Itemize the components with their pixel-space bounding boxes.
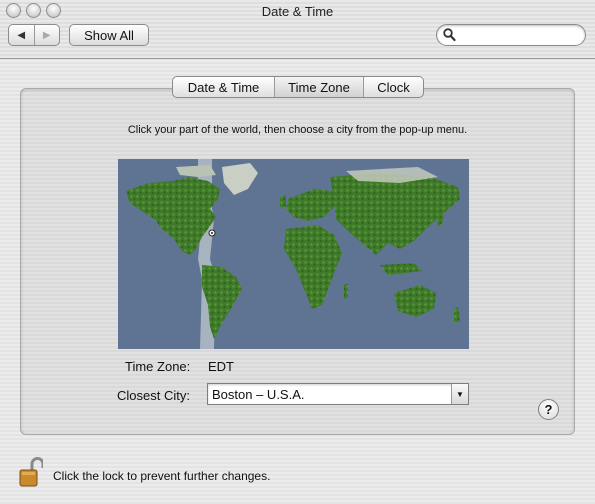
back-forward-control: ◀ ▶ <box>8 24 60 46</box>
tab-clock[interactable]: Clock <box>363 77 423 97</box>
back-arrow-icon: ◀ <box>17 29 26 41</box>
australia <box>394 285 436 317</box>
help-button[interactable]: ? <box>538 399 559 420</box>
lock-text: Click the lock to prevent further change… <box>53 469 271 483</box>
time-zone-value: EDT <box>208 359 234 374</box>
popup-arrow-icon: ▼ <box>451 384 468 404</box>
greenland <box>222 163 258 195</box>
arctic-islands <box>176 165 216 177</box>
closest-city-popup[interactable]: Boston – U.S.A. ▼ <box>207 383 469 405</box>
forward-arrow-icon: ▶ <box>42 29 51 41</box>
search-icon <box>443 28 456 42</box>
title-bar: Date & Time ◀ ▶ Show All <box>0 0 595 59</box>
tab-date-time[interactable]: Date & Time <box>173 77 274 97</box>
search-input[interactable] <box>459 27 581 45</box>
window-title: Date & Time <box>261 4 334 19</box>
lock-icon[interactable] <box>19 456 43 488</box>
new-zealand <box>454 307 460 323</box>
tab-time-zone[interactable]: Time Zone <box>274 77 363 97</box>
instructions-text: Click your part of the world, then choos… <box>127 124 468 136</box>
madagascar <box>344 283 348 299</box>
uk <box>280 195 286 207</box>
search-field[interactable] <box>436 24 586 46</box>
indonesia <box>380 263 422 275</box>
world-map[interactable] <box>118 159 469 349</box>
europe <box>286 189 336 221</box>
help-icon: ? <box>544 402 553 417</box>
selected-city-marker <box>208 229 216 237</box>
africa <box>284 225 342 309</box>
forward-button[interactable]: ▶ <box>33 25 60 45</box>
closest-city-label: Closest City: <box>117 388 190 403</box>
time-zone-label: Time Zone: <box>125 359 191 374</box>
closest-city-value: Boston – U.S.A. <box>212 387 305 402</box>
back-button[interactable]: ◀ <box>9 25 34 45</box>
tab-bar: Date & Time Time Zone Clock <box>172 76 424 98</box>
world-map-graphic <box>126 159 460 349</box>
show-all-button[interactable]: Show All <box>69 24 149 46</box>
